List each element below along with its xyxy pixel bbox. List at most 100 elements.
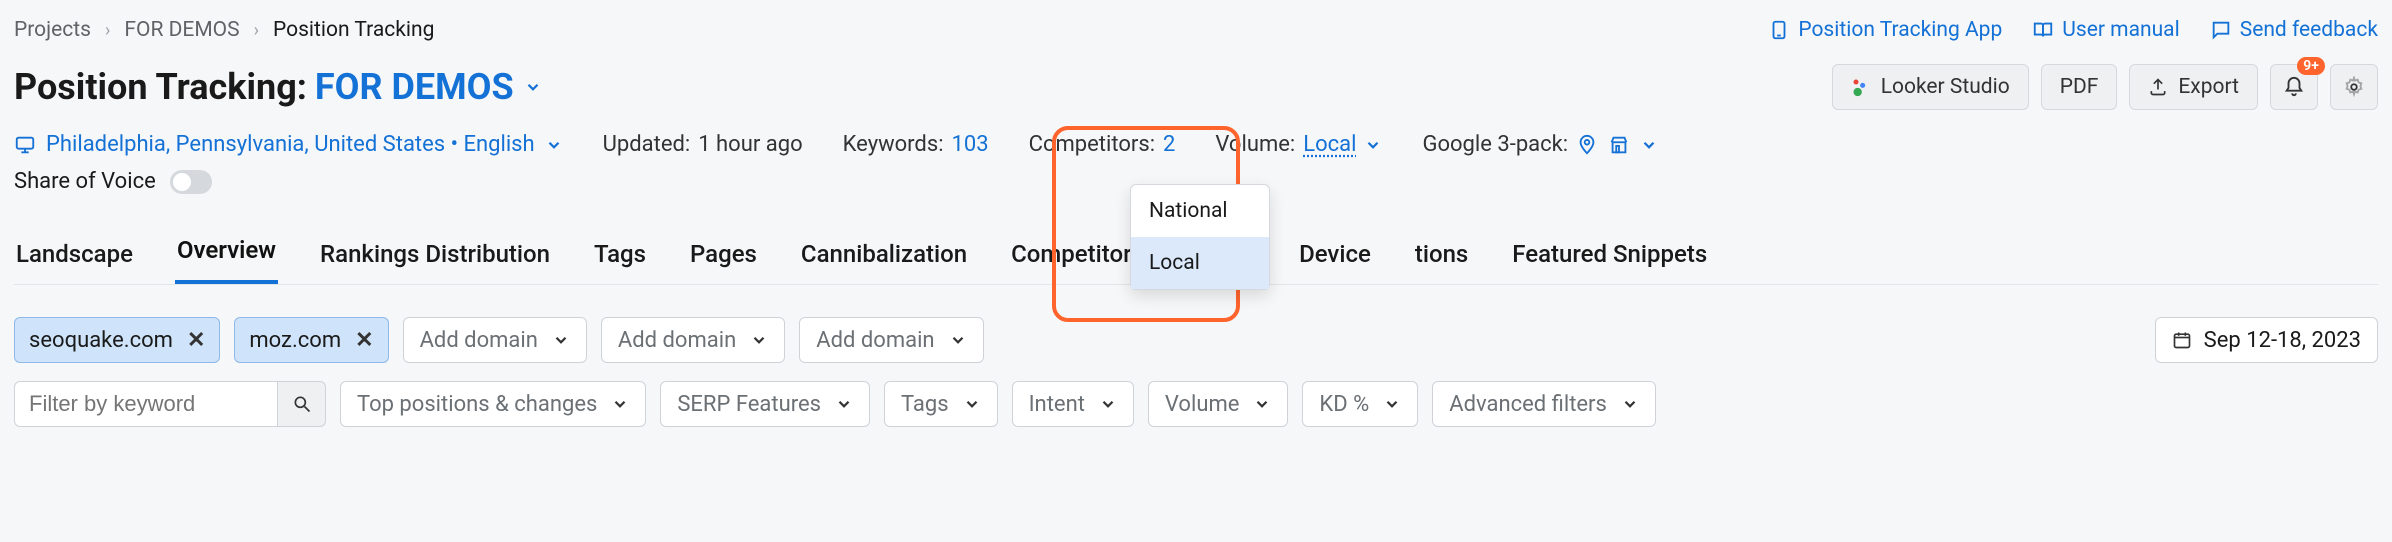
chevron-down-icon — [1099, 395, 1117, 413]
tab-pages[interactable]: Pages — [688, 240, 759, 284]
filter-label: Intent — [1029, 392, 1085, 417]
volume-selector[interactable]: Volume: Local — [1215, 132, 1382, 157]
chevron-down-icon — [963, 395, 981, 413]
gear-icon — [2343, 76, 2365, 98]
chevron-down-icon — [524, 78, 542, 96]
chevron-down-icon — [1253, 395, 1271, 413]
button-label: Add domain — [618, 328, 736, 353]
calendar-icon — [2172, 330, 2192, 350]
chevron-right-icon: › — [105, 20, 110, 41]
meta-value: 103 — [952, 132, 989, 157]
tab-overview[interactable]: Overview — [175, 236, 278, 284]
meta-value: 2 — [1163, 132, 1175, 157]
breadcrumb: Projects › FOR DEMOS › Position Tracking — [14, 18, 434, 42]
notifications-button[interactable]: 9+ — [2270, 64, 2318, 110]
filter-label: SERP Features — [677, 392, 821, 417]
tab-tags[interactable]: Tags — [592, 240, 648, 284]
search-icon — [292, 394, 312, 414]
notif-badge: 9+ — [2297, 57, 2325, 75]
chevron-down-icon — [1364, 136, 1382, 154]
user-manual-link[interactable]: User manual — [2032, 18, 2179, 42]
chevron-down-icon — [1621, 395, 1639, 413]
volume-dropdown: National Local — [1130, 184, 1270, 290]
desktop-icon — [14, 134, 36, 156]
looker-studio-button[interactable]: Looker Studio — [1832, 64, 2029, 110]
tab-featured-snippets[interactable]: Featured Snippets — [1510, 240, 1709, 284]
volume-option-local[interactable]: Local — [1131, 237, 1269, 289]
button-label: Export — [2178, 75, 2239, 99]
chevron-down-icon — [545, 136, 563, 154]
chevron-down-icon — [835, 395, 853, 413]
filter-label: Volume — [1165, 392, 1240, 417]
button-label: Add domain — [816, 328, 934, 353]
breadcrumb-projects[interactable]: Projects — [14, 18, 91, 42]
meta-label: Updated: — [603, 132, 691, 157]
keywords-meta[interactable]: Keywords: 103 — [843, 132, 989, 157]
button-label: PDF — [2060, 75, 2099, 99]
chevron-down-icon — [949, 331, 967, 349]
keyword-filter-input[interactable] — [14, 381, 278, 427]
tags-filter[interactable]: Tags — [884, 381, 998, 427]
intent-filter[interactable]: Intent — [1012, 381, 1134, 427]
meta-label: Competitors: — [1029, 132, 1155, 157]
share-of-voice-label: Share of Voice — [14, 169, 156, 194]
domain-chip: moz.com ✕ — [234, 317, 388, 363]
export-button[interactable]: Export — [2129, 64, 2258, 110]
looker-icon — [1851, 77, 1871, 97]
location-text: Philadelphia, Pennsylvania, United State… — [46, 132, 535, 157]
settings-button[interactable] — [2330, 64, 2378, 110]
tab-landscape[interactable]: Landscape — [14, 240, 135, 284]
book-icon — [2032, 19, 2054, 41]
store-icon — [1608, 134, 1630, 156]
add-domain-button[interactable]: Add domain — [799, 317, 983, 363]
filter-label: Top positions & changes — [357, 392, 597, 417]
chevron-down-icon — [552, 331, 570, 349]
meta-label: Keywords: — [843, 132, 944, 157]
pdf-button[interactable]: PDF — [2041, 64, 2118, 110]
chip-label: moz.com — [249, 328, 341, 353]
remove-chip-icon[interactable]: ✕ — [187, 328, 205, 353]
share-of-voice-toggle[interactable] — [170, 170, 212, 194]
filter-label: Advanced filters — [1449, 392, 1607, 417]
remove-chip-icon[interactable]: ✕ — [355, 328, 373, 353]
breadcrumb-current: Position Tracking — [273, 18, 434, 42]
chevron-down-icon — [750, 331, 768, 349]
advanced-filters[interactable]: Advanced filters — [1432, 381, 1656, 427]
volume-filter[interactable]: Volume — [1148, 381, 1289, 427]
search-button[interactable] — [278, 381, 326, 427]
button-label: Add domain — [420, 328, 538, 353]
tab-device[interactable]: Device — [1297, 240, 1373, 284]
date-range-text: Sep 12-18, 2023 — [2204, 328, 2361, 353]
serp-features-filter[interactable]: SERP Features — [660, 381, 870, 427]
kd-filter[interactable]: KD % — [1302, 381, 1418, 427]
top-positions-filter[interactable]: Top positions & changes — [340, 381, 646, 427]
volume-option-national[interactable]: National — [1131, 185, 1269, 237]
pin-icon — [1576, 134, 1598, 156]
page-title: Position Tracking: FOR DEMOS — [14, 66, 542, 108]
competitors-meta[interactable]: Competitors: 2 — [1029, 132, 1176, 157]
send-feedback-link[interactable]: Send feedback — [2210, 18, 2378, 42]
updated-meta: Updated: 1 hour ago — [603, 132, 803, 157]
filter-label: Tags — [901, 392, 949, 417]
project-name: FOR DEMOS — [315, 66, 514, 108]
tab-partial[interactable]: tions — [1413, 240, 1470, 284]
add-domain-button[interactable]: Add domain — [601, 317, 785, 363]
position-tracking-app-link[interactable]: Position Tracking App — [1768, 18, 2002, 42]
project-selector[interactable]: FOR DEMOS — [315, 66, 542, 108]
chip-label: seoquake.com — [29, 328, 173, 353]
link-label: Position Tracking App — [1798, 18, 2002, 42]
button-label: Looker Studio — [1881, 75, 2010, 99]
export-icon — [2148, 77, 2168, 97]
chevron-down-icon — [1383, 395, 1401, 413]
tab-cannibalization[interactable]: Cannibalization — [799, 240, 969, 284]
meta-value: Local — [1303, 132, 1356, 157]
chevron-down-icon — [611, 395, 629, 413]
chevron-down-icon — [1640, 136, 1658, 154]
location-selector[interactable]: Philadelphia, Pennsylvania, United State… — [14, 132, 563, 157]
date-range-button[interactable]: Sep 12-18, 2023 — [2155, 317, 2378, 363]
add-domain-button[interactable]: Add domain — [403, 317, 587, 363]
meta-label: Volume: — [1215, 132, 1295, 157]
google-3pack-meta[interactable]: Google 3-pack: — [1422, 132, 1658, 157]
tab-rankings-distribution[interactable]: Rankings Distribution — [318, 240, 552, 284]
breadcrumb-project[interactable]: FOR DEMOS — [124, 18, 239, 42]
